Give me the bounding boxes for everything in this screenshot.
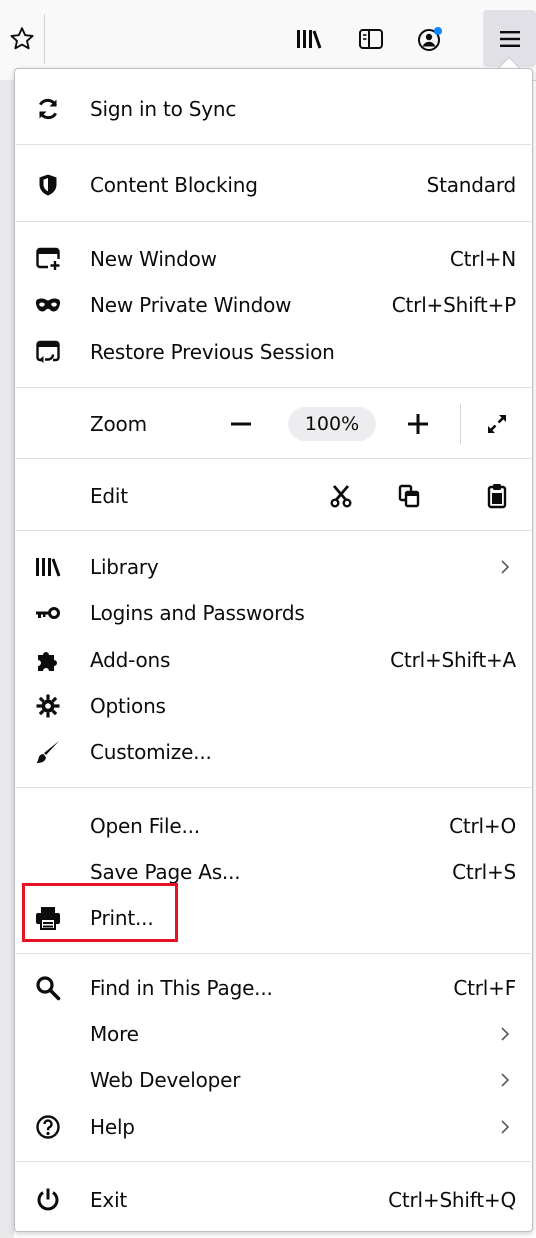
library-icon <box>35 554 61 580</box>
account-icon <box>418 27 442 51</box>
minus-icon <box>231 422 251 426</box>
zoom-reset-button[interactable]: 100% <box>288 407 376 441</box>
menu-item-options[interactable]: Options <box>15 683 532 729</box>
copy-icon <box>398 484 420 508</box>
private-mask-icon <box>35 292 61 318</box>
menu-separator <box>16 458 531 459</box>
fullscreen-icon <box>488 415 506 433</box>
shortcut-label: Ctrl+N <box>449 247 516 271</box>
menu-item-label: Customize... <box>90 740 212 764</box>
menu-item-sign-in-sync[interactable]: Sign in to Sync <box>15 86 532 132</box>
zoom-value: 100% <box>304 413 360 435</box>
shortcut-label: Ctrl+Shift+P <box>391 293 516 317</box>
edit-label: Edit <box>90 484 128 508</box>
restore-session-icon <box>35 339 61 365</box>
zoom-divider <box>460 404 461 444</box>
chevron-right-icon <box>498 1025 512 1043</box>
menu-item-label: Library <box>90 555 159 579</box>
zoom-in-button[interactable] <box>398 404 438 444</box>
menu-item-label: Logins and Passwords <box>90 601 305 625</box>
sidebar-toggle-button[interactable] <box>346 14 396 64</box>
menu-item-help[interactable]: Help <box>15 1104 532 1150</box>
menu-item-more[interactable]: More <box>15 1011 532 1057</box>
menu-item-exit[interactable]: Exit Ctrl+Shift+Q <box>15 1177 532 1223</box>
menu-item-new-window[interactable]: New Window Ctrl+N <box>15 236 532 282</box>
menu-item-label: Web Developer <box>90 1068 241 1092</box>
menu-item-logins-passwords[interactable]: Logins and Passwords <box>15 590 532 636</box>
help-icon <box>35 1114 61 1140</box>
chevron-right-icon <box>498 1071 512 1089</box>
power-icon <box>35 1187 61 1213</box>
menu-item-label: New Window <box>90 247 217 271</box>
print-highlight-box <box>22 883 178 942</box>
menu-separator <box>16 787 531 788</box>
copy-button[interactable] <box>389 476 429 516</box>
menu-item-label: Exit <box>90 1188 128 1212</box>
page-background-strip <box>0 80 14 1238</box>
menu-item-open-file[interactable]: Open File... Ctrl+O <box>15 803 532 849</box>
menu-item-label: Open File... <box>90 814 200 838</box>
menu-item-label: Options <box>90 694 166 718</box>
menu-separator <box>16 387 531 388</box>
paste-button[interactable] <box>477 476 517 516</box>
clipboard-icon <box>487 484 507 509</box>
shortcut-label: Ctrl+Shift+Q <box>388 1188 516 1212</box>
chevron-right-icon <box>498 558 512 576</box>
menu-item-label: Help <box>90 1115 135 1139</box>
hamburger-menu-icon <box>499 30 520 47</box>
menu-item-label: New Private Window <box>90 293 292 317</box>
menu-item-find-in-page[interactable]: Find in This Page... Ctrl+F <box>15 965 532 1011</box>
account-button[interactable] <box>405 14 455 64</box>
menu-item-label: Add-ons <box>90 648 171 672</box>
shortcut-label: Ctrl+O <box>449 814 516 838</box>
shortcut-label: Ctrl+Shift+A <box>390 648 516 672</box>
brush-icon <box>35 739 61 765</box>
menu-item-new-private-window[interactable]: New Private Window Ctrl+Shift+P <box>15 282 532 328</box>
search-icon <box>35 975 61 1001</box>
puzzle-icon <box>35 647 61 673</box>
library-button[interactable] <box>284 14 334 64</box>
menu-separator <box>16 144 531 145</box>
library-icon <box>297 30 322 49</box>
menu-item-zoom: Zoom 100% <box>15 400 532 448</box>
menu-item-label: Sign in to Sync <box>90 97 237 121</box>
star-icon <box>10 27 34 50</box>
menu-item-library[interactable]: Library <box>15 544 532 590</box>
menu-item-content-blocking[interactable]: Content Blocking Standard <box>15 162 532 208</box>
fullscreen-button[interactable] <box>477 404 517 444</box>
sidebar-icon <box>359 29 383 49</box>
gear-icon <box>35 693 61 719</box>
menu-item-web-developer[interactable]: Web Developer <box>15 1057 532 1103</box>
menu-item-restore-session[interactable]: Restore Previous Session <box>15 329 532 375</box>
menu-item-label: Save Page As... <box>90 860 241 884</box>
shortcut-label: Ctrl+F <box>453 976 516 1000</box>
menu-separator <box>16 221 531 222</box>
menu-item-addons[interactable]: Add-ons Ctrl+Shift+A <box>15 637 532 683</box>
menu-item-label: Restore Previous Session <box>90 340 335 364</box>
menu-item-edit: Edit <box>15 472 532 520</box>
menu-separator <box>16 530 531 531</box>
sync-icon <box>35 96 61 122</box>
bookmark-star-button[interactable] <box>0 14 45 64</box>
zoom-label: Zoom <box>90 412 147 436</box>
plus-icon <box>408 414 428 434</box>
menu-separator <box>16 1161 531 1162</box>
scissors-icon <box>330 485 352 508</box>
shortcut-label: Ctrl+S <box>452 860 516 884</box>
menu-item-label: More <box>90 1022 139 1046</box>
menu-item-label: Content Blocking <box>90 173 258 197</box>
app-menu-panel: Sign in to Sync Content Blocking Standar… <box>14 68 533 1232</box>
content-blocking-value: Standard <box>426 173 517 197</box>
new-window-icon <box>35 246 61 272</box>
cut-button[interactable] <box>321 476 361 516</box>
shield-icon <box>35 172 61 198</box>
menu-item-label: Find in This Page... <box>90 976 273 1000</box>
key-icon <box>35 600 61 626</box>
chevron-right-icon <box>498 1118 512 1136</box>
menu-separator <box>16 953 531 954</box>
zoom-out-button[interactable] <box>221 404 261 444</box>
menu-item-customize[interactable]: Customize... <box>15 729 532 775</box>
